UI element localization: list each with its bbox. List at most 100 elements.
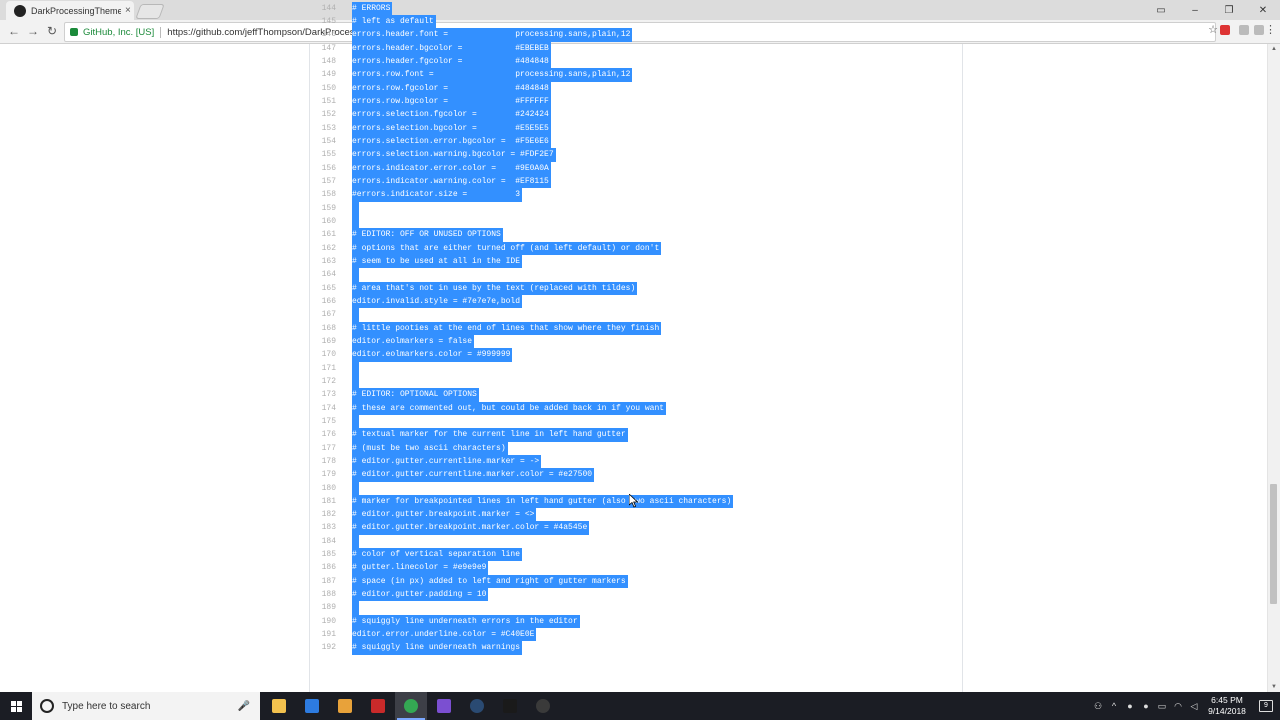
bookmark-star-icon[interactable]: ☆	[1208, 23, 1218, 36]
line-number[interactable]: 158	[310, 188, 336, 201]
volume-icon[interactable]: ◁	[1186, 701, 1202, 712]
browser-menu-icon[interactable]: ⋮	[1265, 23, 1276, 36]
antivirus-tray-icon[interactable]: ●	[1138, 701, 1154, 711]
taskbar-app-vivaldi[interactable]	[362, 692, 394, 720]
line-number[interactable]: 148	[310, 55, 336, 68]
line-number[interactable]: 192	[310, 641, 336, 654]
tab-close-icon[interactable]: ×	[125, 5, 131, 16]
page-scrollbar[interactable]: ▲ ▼	[1267, 44, 1280, 692]
line-number[interactable]: 156	[310, 162, 336, 175]
taskbar-app-processing[interactable]	[494, 692, 526, 720]
line-number[interactable]: 172	[310, 375, 336, 388]
line-number[interactable]: 151	[310, 95, 336, 108]
line-number[interactable]: 155	[310, 148, 336, 161]
line-text: errors.selection.error.bgcolor = #F5E6E6	[352, 134, 551, 149]
profile-icon[interactable]: ▭	[1144, 0, 1178, 20]
close-window-button[interactable]: ✕	[1246, 0, 1280, 20]
line-number[interactable]: 159	[310, 202, 336, 215]
line-number[interactable]: 190	[310, 615, 336, 628]
extension-icon-3[interactable]	[1254, 25, 1264, 35]
line-number[interactable]: 145	[310, 15, 336, 28]
line-number[interactable]: 157	[310, 175, 336, 188]
line-number[interactable]: 164	[310, 268, 336, 281]
network-icon[interactable]: ▭	[1154, 701, 1170, 712]
line-number[interactable]: 152	[310, 108, 336, 121]
extension-icon-2[interactable]	[1239, 25, 1249, 35]
taskbar-search[interactable]: Type here to search 🎤	[32, 692, 260, 720]
line-text: # gutter.linecolor = #e9e9e9	[352, 561, 489, 575]
line-number[interactable]: 182	[310, 508, 336, 521]
line-number[interactable]: 191	[310, 628, 336, 641]
line-number[interactable]: 163	[310, 255, 336, 268]
taskbar-app-store[interactable]	[296, 692, 328, 720]
taskbar-app-steam[interactable]	[461, 692, 493, 720]
line-number[interactable]: 184	[310, 535, 336, 548]
taskbar-clock[interactable]: 6:45 PM 9/14/2018	[1202, 695, 1252, 717]
code-line: 166 editor.invalid.style = #7e7e7e,bold	[310, 294, 960, 309]
line-text	[352, 268, 359, 282]
scroll-down-arrow-icon[interactable]: ▼	[1271, 684, 1277, 690]
people-icon[interactable]: ⚇	[1090, 701, 1106, 712]
line-number[interactable]: 180	[310, 482, 336, 495]
maximize-button[interactable]: ❐	[1212, 0, 1246, 20]
line-number[interactable]: 149	[310, 68, 336, 81]
line-number[interactable]: 144	[310, 2, 336, 15]
wifi-icon[interactable]: ◠	[1170, 701, 1186, 712]
line-number[interactable]: 173	[310, 388, 336, 401]
line-number[interactable]: 186	[310, 561, 336, 574]
line-number[interactable]: 178	[310, 455, 336, 468]
reload-button[interactable]: ↻	[44, 23, 60, 39]
file-explorer-icon	[272, 699, 286, 713]
taskbar-app-file-explorer[interactable]	[263, 692, 295, 720]
line-number[interactable]: 174	[310, 402, 336, 415]
line-number[interactable]: 176	[310, 428, 336, 441]
chrome-tray-icon[interactable]: ●	[1122, 701, 1138, 711]
line-number[interactable]: 177	[310, 442, 336, 455]
line-number[interactable]: 175	[310, 415, 336, 428]
action-center-button[interactable]: 9	[1252, 692, 1280, 720]
taskbar-app-obs[interactable]	[527, 692, 559, 720]
line-text: #errors.indicator.size = 3	[352, 188, 523, 202]
forward-button[interactable]: →	[25, 23, 41, 39]
start-button[interactable]	[0, 692, 32, 720]
taskbar-app-chrome[interactable]	[395, 692, 427, 720]
line-number[interactable]: 185	[310, 548, 336, 561]
line-number[interactable]: 153	[310, 122, 336, 135]
scroll-up-arrow-icon[interactable]: ▲	[1271, 46, 1277, 52]
line-number[interactable]: 168	[310, 322, 336, 335]
line-number[interactable]: 183	[310, 521, 336, 534]
line-number[interactable]: 162	[310, 242, 336, 255]
tray-chevron-icon[interactable]: ^	[1106, 701, 1122, 711]
taskbar-app-folder[interactable]	[329, 692, 361, 720]
search-placeholder[interactable]: Type here to search	[62, 701, 238, 712]
browser-tab[interactable]: DarkProcessingTheme_3.0 ×	[6, 1, 134, 20]
taskbar-app-twitch[interactable]	[428, 692, 460, 720]
line-number[interactable]: 189	[310, 601, 336, 614]
extension-icon[interactable]	[1220, 25, 1230, 35]
minimize-button[interactable]: –	[1178, 0, 1212, 20]
line-text: # seem to be used at all in the IDE	[352, 254, 523, 269]
code-line: 177 # (must be two ascii characters)	[310, 441, 960, 455]
line-number[interactable]: 161	[310, 228, 336, 241]
steam-icon	[470, 699, 484, 713]
line-number[interactable]: 166	[310, 295, 336, 308]
back-button[interactable]: ←	[6, 23, 22, 39]
line-number[interactable]: 160	[310, 215, 336, 228]
line-number[interactable]: 187	[310, 575, 336, 588]
line-number[interactable]: 169	[310, 335, 336, 348]
scrollbar-thumb[interactable]	[1270, 484, 1277, 604]
line-number[interactable]: 171	[310, 362, 336, 375]
new-tab-button[interactable]	[135, 4, 165, 19]
line-number[interactable]: 170	[310, 348, 336, 361]
line-number[interactable]: 181	[310, 495, 336, 508]
microphone-icon[interactable]: 🎤	[238, 701, 250, 712]
line-number[interactable]: 165	[310, 282, 336, 295]
line-number[interactable]: 147	[310, 42, 336, 55]
line-number[interactable]: 188	[310, 588, 336, 601]
line-number[interactable]: 150	[310, 82, 336, 95]
line-number[interactable]: 179	[310, 468, 336, 481]
line-number[interactable]: 146	[310, 28, 336, 41]
code-line: 151 errors.row.bgcolor = #FFFFFF	[310, 94, 960, 109]
line-number[interactable]: 154	[310, 135, 336, 148]
line-number[interactable]: 167	[310, 308, 336, 321]
